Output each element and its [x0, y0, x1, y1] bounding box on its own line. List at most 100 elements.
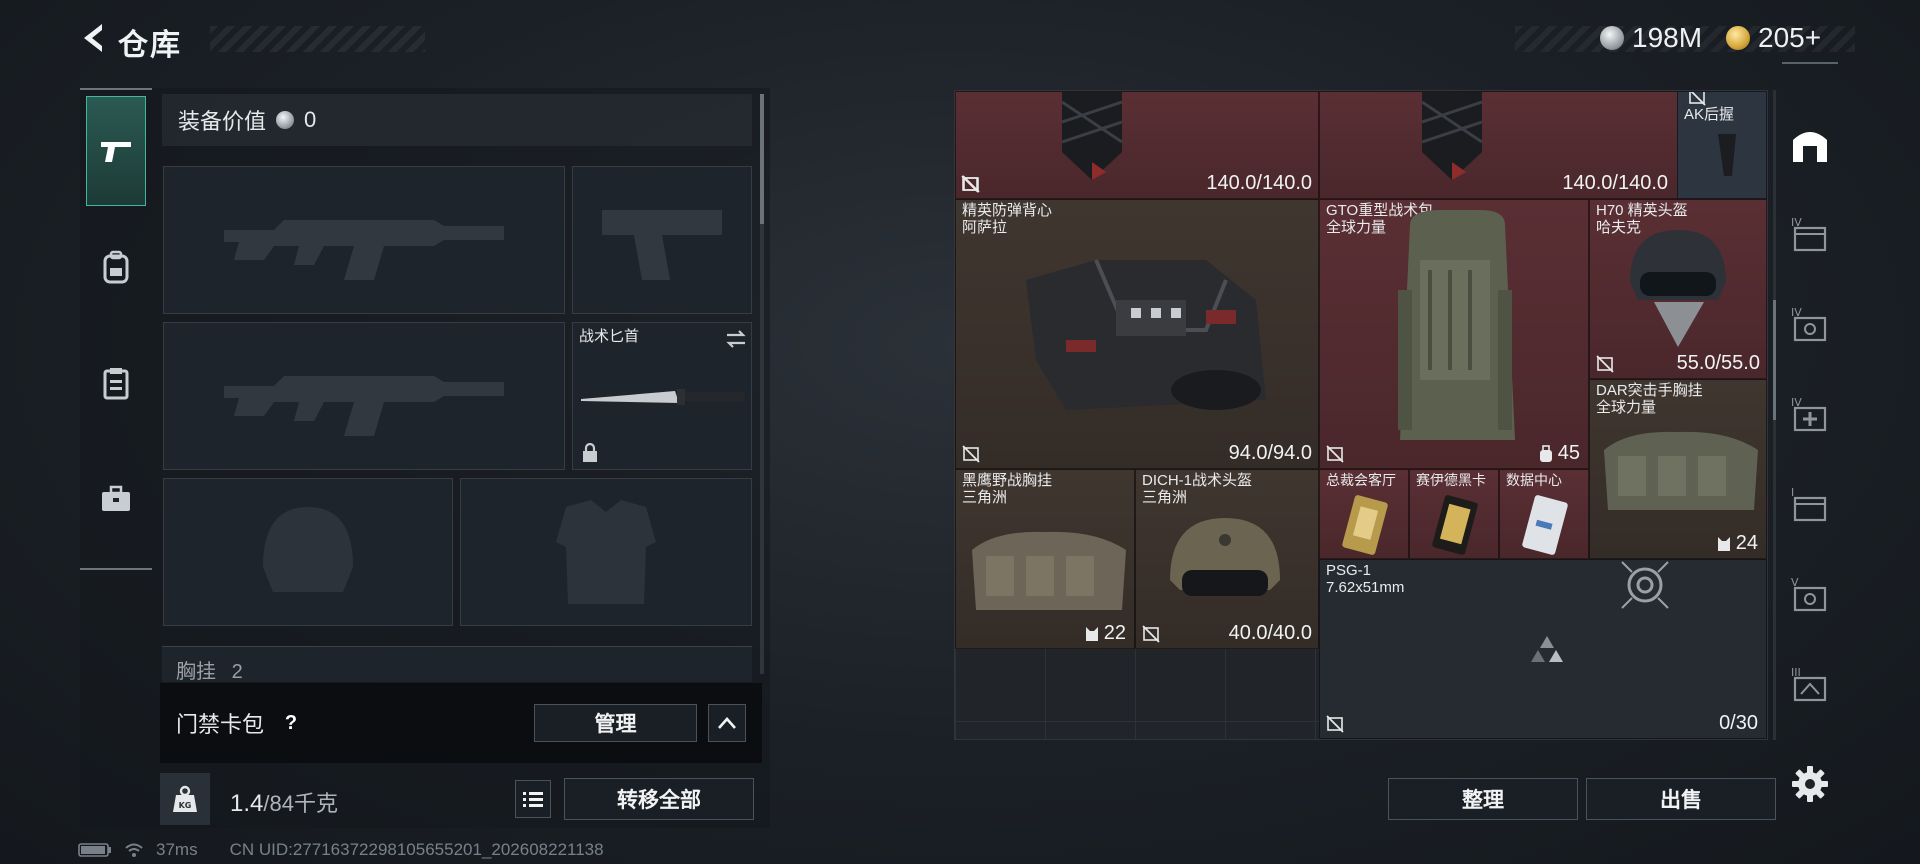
lock-icon: [583, 443, 597, 462]
collapse-button[interactable]: [708, 704, 746, 742]
weight-max: /84千克: [263, 791, 338, 816]
tab-backpack[interactable]: [86, 212, 146, 322]
stash-item[interactable]: 总裁会客厅: [1319, 469, 1409, 559]
gun-icon: [101, 142, 131, 162]
stash-item[interactable]: 数据中心: [1499, 469, 1589, 559]
item-capacity: 24: [1716, 532, 1758, 555]
rifle-silhouette-icon: [224, 220, 504, 280]
swap-icon[interactable]: [725, 329, 747, 349]
item-name: AK后握: [1684, 106, 1735, 123]
tier-iv-case-icon: IV: [1791, 216, 1827, 252]
battery-icon: [78, 843, 111, 857]
gold-currency[interactable]: 205+: [1726, 20, 1821, 56]
silver-coin-icon: [276, 111, 295, 129]
helmet-slot[interactable]: [163, 478, 453, 626]
chest-rig-count: 2: [231, 661, 243, 682]
keycard-icon: [1432, 495, 1478, 555]
melee-slot[interactable]: 战术匕首: [572, 322, 752, 470]
tier-i-case-icon: I: [1791, 486, 1827, 522]
loadout-scroll-thumb[interactable]: [760, 94, 764, 224]
armor-slot[interactable]: [460, 478, 752, 626]
no-trade-icon: [1326, 445, 1344, 463]
pistol-silhouette-icon: [602, 210, 722, 280]
rail-page-4[interactable]: I: [1786, 480, 1834, 528]
backpack-item-icon: [1398, 210, 1515, 440]
title-decoration: [210, 26, 425, 52]
equip-value-label: 装备价值: [178, 109, 267, 134]
chest-rig-icon: [972, 531, 1126, 610]
item-durability: 94.0/94.0: [1228, 442, 1312, 464]
no-trade-icon: [1689, 92, 1706, 106]
rail-page-1[interactable]: IV: [1786, 210, 1834, 258]
tab-case[interactable]: [86, 444, 146, 554]
secondary-weapon-slot[interactable]: [163, 322, 565, 470]
item-durability: 40.0/40.0: [1228, 622, 1312, 644]
storage-home-icon: [1793, 132, 1827, 162]
wifi-icon: [125, 843, 143, 857]
item-name: 赛伊德黑卡: [1416, 472, 1486, 488]
stash-item[interactable]: 140.0/140.0: [955, 91, 1319, 199]
armor-vest-icon: [1026, 259, 1266, 410]
stash-item[interactable]: 140.0/140.0: [1319, 91, 1679, 199]
stash-item[interactable]: PSG-1 7.62x51mm 0/30: [1319, 559, 1767, 739]
weight-icon-box: KG: [160, 773, 210, 825]
backpack-small-icon: [1539, 444, 1552, 462]
tier-iv-med-icon: IV: [1791, 396, 1827, 432]
silver-amount: 198M: [1632, 22, 1703, 53]
stash-item[interactable]: DAR突击手胸挂 全球力量 24: [1589, 379, 1767, 559]
sort-button[interactable]: 整理: [1388, 778, 1578, 820]
item-capacity: 45: [1538, 442, 1580, 465]
item-durability: 55.0/55.0: [1676, 352, 1760, 374]
equipment-value: 装备价值 0: [162, 94, 752, 146]
stash-item[interactable]: H70 精英头盔 哈夫克 55.0/55.0: [1589, 199, 1767, 379]
stash-item[interactable]: 赛伊德黑卡: [1409, 469, 1499, 559]
helmet-item-icon: [1630, 230, 1726, 347]
target-icon: [1621, 561, 1669, 609]
chest-rig-label: 胸挂: [176, 661, 216, 682]
rail-page-3[interactable]: IV: [1786, 390, 1834, 438]
chest-rig-icon: [1604, 431, 1758, 510]
item-name: 总裁会客厅: [1326, 472, 1396, 488]
pistol-slot[interactable]: [572, 166, 752, 314]
helmet-silhouette-icon: [263, 507, 353, 592]
quilted-armor-icon: [1061, 92, 1123, 180]
settings-button[interactable]: [1790, 764, 1830, 804]
stash-scroll-thumb[interactable]: [1773, 300, 1776, 420]
gold-amount: 205+: [1758, 22, 1822, 53]
grip-icon: [1718, 134, 1736, 176]
item-durability: 140.0/140.0: [1562, 172, 1668, 194]
stash-item[interactable]: 精英防弹背心 阿萨拉 94.0/94.0: [955, 199, 1319, 469]
user-uid: CN UID:27716372298105655201_202608221138: [229, 840, 604, 859]
keycard-icon: [1342, 495, 1388, 555]
help-icon[interactable]: ?: [276, 708, 306, 738]
rail-page-6[interactable]: III: [1786, 660, 1834, 708]
equip-value-amount: 0: [304, 107, 317, 132]
list-icon: [523, 792, 543, 807]
stash-item[interactable]: GTO重型战术包 全球力量 45: [1319, 199, 1589, 469]
back-button[interactable]: [76, 20, 112, 56]
knife-icon: [581, 389, 745, 405]
stash-item[interactable]: DICH-1战术头盔 三角洲 40.0/40.0: [1135, 469, 1319, 649]
primary-weapon-slot[interactable]: [163, 166, 565, 314]
list-view-button[interactable]: [515, 780, 551, 818]
knife-name: 战术匕首: [579, 328, 640, 345]
tab-rig[interactable]: [86, 328, 146, 438]
item-durability: 140.0/140.0: [1206, 172, 1312, 194]
backpack-icon: [103, 250, 129, 284]
sell-button[interactable]: 出售: [1586, 778, 1776, 820]
carry-weight: 1.4/84千克: [230, 786, 338, 818]
no-trade-icon: [1326, 715, 1344, 733]
silver-currency: 198M: [1600, 20, 1702, 56]
rail-page-2[interactable]: IV: [1786, 300, 1834, 348]
stash-grid[interactable]: 140.0/140.0 140.0/140.0 AK后握 精英防弹背心 阿萨拉 9…: [954, 90, 1768, 740]
gear-icon: [1792, 766, 1828, 802]
stash-item[interactable]: 黑鹰野战胸挂 三角洲 22: [955, 469, 1135, 649]
rail-page-5[interactable]: V: [1786, 570, 1834, 618]
loading-icon: [1531, 636, 1563, 662]
manage-button[interactable]: 管理: [534, 704, 697, 742]
tab-weapons[interactable]: [86, 96, 146, 206]
stash-item[interactable]: AK后握: [1677, 91, 1767, 199]
transfer-all-button[interactable]: 转移全部: [564, 778, 754, 820]
item-name: DICH-1战术头盔 三角洲: [1142, 472, 1253, 506]
rail-storage-home[interactable]: [1786, 120, 1834, 168]
